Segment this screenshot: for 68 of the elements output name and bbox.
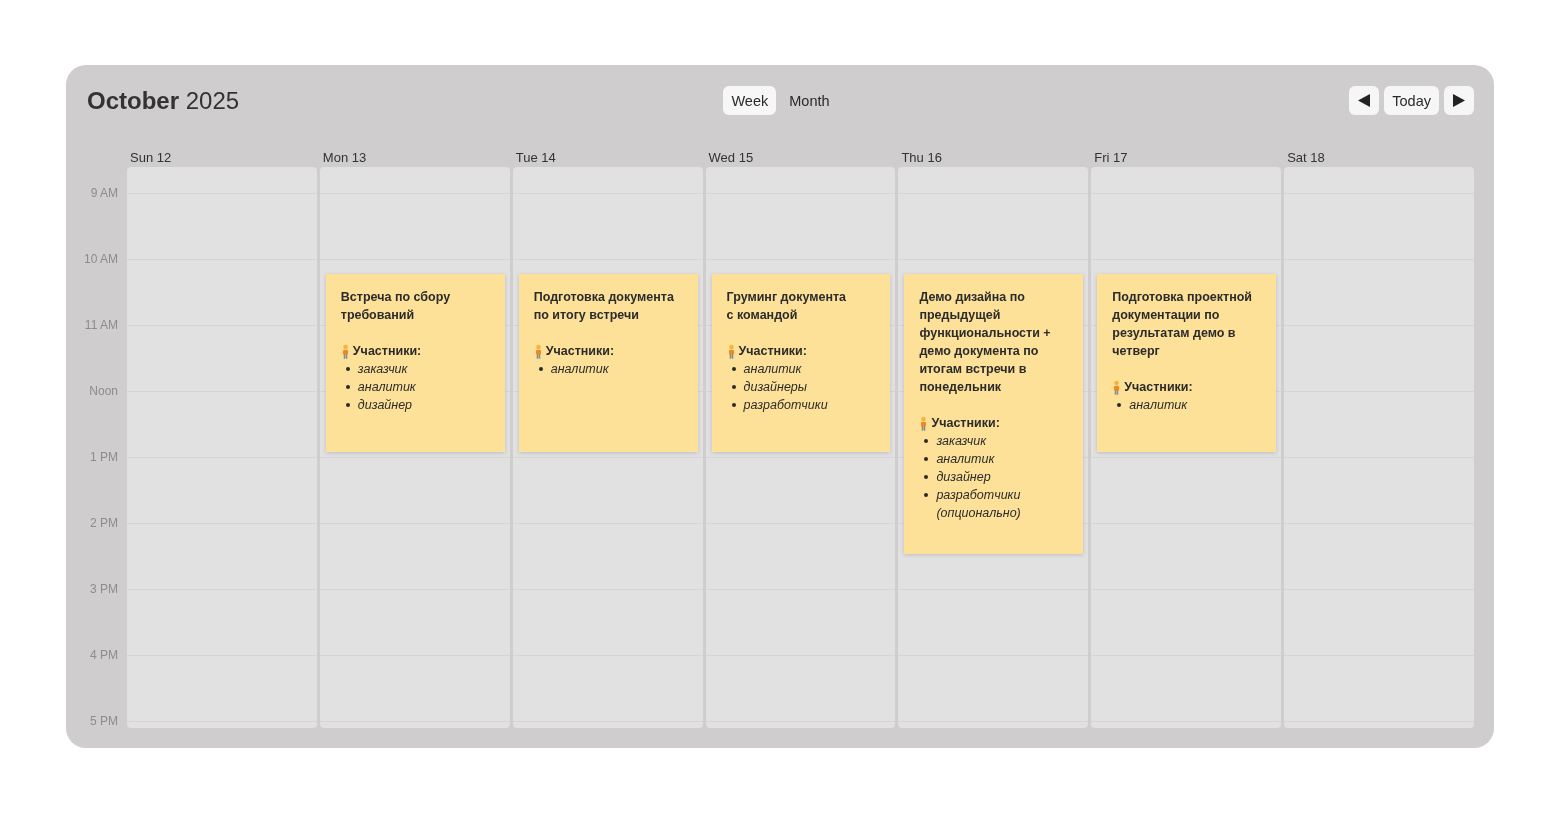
day-label: Sun 12 (129, 149, 172, 167)
bullet-icon (538, 367, 543, 371)
time-label: 3 PM (90, 582, 118, 596)
bullet-icon (731, 367, 736, 371)
bullet-icon (924, 457, 929, 461)
time-label: 4 PM (90, 648, 118, 662)
participant-name: аналитик (1129, 397, 1188, 414)
day-label: Thu 16 (900, 149, 942, 167)
time-label: 5 PM (90, 714, 118, 728)
participants-label: Участники: (1124, 379, 1193, 396)
time-label: Noon (89, 384, 118, 398)
participant-name: разработчики (743, 397, 828, 414)
day-label: Sat 18 (1286, 149, 1325, 167)
time-label: 9 AM (90, 186, 118, 200)
standing-person-icon (1112, 379, 1122, 395)
bullet-icon (345, 367, 350, 371)
day-label: Wed 15 (707, 149, 754, 167)
view-tab[interactable]: Month (781, 86, 838, 115)
month-title: October 2025 (87, 86, 240, 115)
bullet-icon (345, 403, 350, 407)
event-card[interactable]: Подготовка проектной документации по результатам демо в четверг Участники: аналитик (1097, 274, 1277, 452)
event-title: Подготовка документа по итогу встречи (533, 289, 675, 324)
participant-name: дизайнеры (743, 379, 807, 396)
standing-person-icon (340, 343, 350, 359)
today-button[interactable]: Today (1384, 86, 1439, 115)
standing-person-icon (533, 343, 543, 359)
time-label: 10 AM (83, 252, 118, 266)
event-card[interactable]: Демо дизайна по предыдущей функциональности + демо документа по итогам встречи в понедельник Участники: заказчик аналитик дизайнер разработчики (опционально) (904, 274, 1084, 554)
participants-label: Участники: (352, 343, 422, 360)
standing-person-icon (919, 415, 929, 431)
event-card[interactable]: Груминг документа с командой Участники: аналитик дизайнеры разработчики (711, 274, 891, 452)
participant-name: аналитик (743, 361, 802, 378)
participants-label: Участники: (931, 415, 1000, 432)
standing-person-icon (726, 343, 736, 359)
bullet-icon (924, 475, 929, 479)
next-button[interactable] (1444, 86, 1474, 115)
participants-label: Участники: (738, 343, 807, 360)
time-label: 11 AM (84, 318, 118, 332)
participant-name: дизайнер (357, 397, 413, 414)
day-label: Tue 14 (514, 149, 556, 167)
time-label: 2 PM (90, 516, 118, 530)
day-label: Mon 13 (321, 149, 367, 167)
event-title: Подготовка проектной документации по результатам демо в четверг (1112, 289, 1253, 360)
bullet-icon (345, 385, 350, 389)
participant-name: аналитик (357, 379, 416, 396)
bullet-icon (731, 385, 736, 389)
event-title: Груминг документа с командой (726, 289, 848, 324)
event-card[interactable]: Подготовка документа по итогу встречи Участники: аналитик (518, 274, 698, 452)
previous-button[interactable] (1349, 86, 1380, 115)
participant-name: аналитик (936, 451, 995, 468)
triangle-left-icon (1358, 94, 1371, 107)
participant-name: разработчики (опционально) (936, 487, 1022, 522)
bullet-icon (924, 439, 929, 443)
bullet-icon (924, 493, 929, 497)
participant-name: заказчик (936, 433, 987, 450)
bullet-icon (731, 403, 736, 407)
triangle-right-icon (1453, 94, 1465, 107)
view-tab[interactable]: Week (723, 86, 777, 115)
bullet-icon (1117, 403, 1122, 407)
day-label: Fri 17 (1093, 149, 1128, 167)
event-card[interactable]: Встреча по сбору требований Участники: заказчик аналитик дизайнер (325, 274, 505, 452)
event-title: Демо дизайна по предыдущей функциональности + демо документа по итогам встречи в понедельник (919, 289, 1052, 396)
participant-name: заказчик (357, 361, 408, 378)
time-label: 1 PM (90, 450, 118, 464)
participant-name: аналитик (550, 361, 609, 378)
participants-label: Участники: (545, 343, 615, 360)
event-title: Встреча по сбору требований (340, 289, 452, 324)
participant-name: дизайнер (936, 469, 991, 486)
